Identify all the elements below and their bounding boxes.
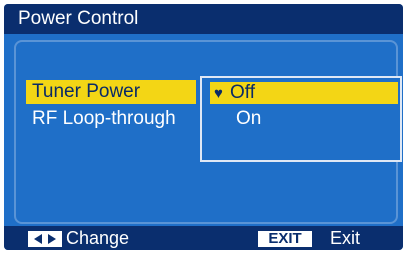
footer-bar: Change EXIT Exit bbox=[4, 226, 403, 250]
exit-key-badge[interactable]: EXIT bbox=[258, 231, 312, 247]
option-on[interactable]: On bbox=[236, 108, 261, 130]
menu-item-tuner-power[interactable]: Tuner Power bbox=[26, 80, 196, 104]
option-off-label: Off bbox=[230, 82, 255, 103]
heart-icon: ♥ bbox=[214, 85, 223, 102]
power-control-screen: Power Control Tuner Power RF Loop-throug… bbox=[4, 4, 403, 250]
left-right-arrows-icon bbox=[28, 231, 62, 247]
menu-item-rf-loop-through[interactable]: RF Loop-through bbox=[26, 107, 206, 131]
title-bar: Power Control bbox=[4, 4, 403, 34]
page-title: Power Control bbox=[18, 8, 139, 29]
change-label: Change bbox=[66, 228, 130, 248]
option-dropdown: ♥ Off On bbox=[200, 76, 402, 162]
exit-label: Exit bbox=[330, 228, 361, 248]
option-off[interactable]: ♥ Off bbox=[210, 82, 398, 104]
